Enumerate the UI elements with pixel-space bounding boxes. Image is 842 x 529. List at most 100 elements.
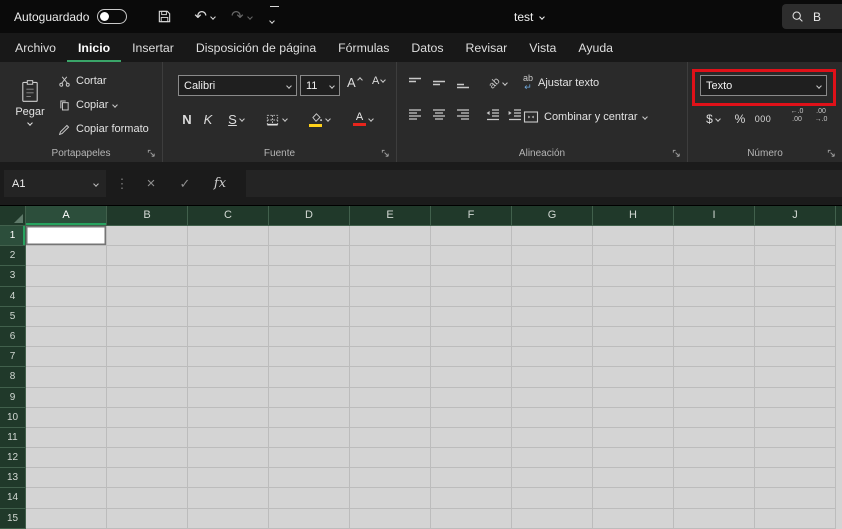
autosave-toggle[interactable] (97, 9, 128, 24)
cell-J3[interactable] (755, 266, 836, 287)
cell-G12[interactable] (512, 448, 593, 469)
cell-E5[interactable] (350, 306, 431, 327)
shrink-font-button[interactable]: A (372, 75, 387, 96)
row-header-4[interactable]: 4 (0, 286, 26, 307)
cell-E6[interactable] (350, 326, 431, 348)
cell-B12[interactable] (107, 448, 188, 469)
cell-H3[interactable] (593, 266, 674, 287)
cell-H14[interactable] (593, 488, 674, 509)
fill-color-button[interactable] (301, 108, 337, 130)
cell-A3[interactable] (26, 266, 107, 287)
number-dialog-launcher[interactable] (827, 149, 836, 158)
cell-F2[interactable] (431, 246, 512, 267)
cell-H15[interactable] (593, 508, 674, 529)
cell-A7[interactable] (26, 347, 107, 368)
cell-E12[interactable] (350, 448, 431, 469)
merge-center-button[interactable]: Combinar y centrar (523, 106, 648, 128)
row-header-8[interactable]: 8 (0, 367, 26, 388)
cell-A8[interactable] (26, 367, 107, 388)
column-header-J[interactable]: J (755, 206, 836, 226)
cell-C8[interactable] (188, 367, 269, 388)
name-box[interactable]: A1 (4, 170, 106, 197)
format-painter-button[interactable]: Copiar formato (58, 120, 149, 138)
tab-ayuda[interactable]: Ayuda (567, 33, 624, 62)
row-header-5[interactable]: 5 (0, 306, 26, 327)
cell-C15[interactable] (188, 508, 269, 529)
cell-J9[interactable] (755, 387, 836, 408)
cell-B7[interactable] (107, 347, 188, 368)
tab-vista[interactable]: Vista (518, 33, 567, 62)
percent-style-button[interactable]: % (732, 108, 748, 130)
cell-I9[interactable] (674, 387, 755, 408)
decrease-indent-button[interactable] (483, 106, 503, 124)
cell-G5[interactable] (512, 306, 593, 327)
font-size-combobox[interactable]: 11 (300, 75, 340, 96)
orientation-button[interactable]: ab (483, 74, 513, 92)
insert-function-button[interactable]: fx (208, 170, 232, 197)
cell-H9[interactable] (593, 387, 674, 408)
cell-H4[interactable] (593, 286, 674, 307)
cell-F12[interactable] (431, 448, 512, 469)
cell-C14[interactable] (188, 488, 269, 509)
cell-F3[interactable] (431, 266, 512, 287)
align-top-button[interactable] (405, 74, 425, 92)
cancel-button[interactable]: × (140, 170, 162, 197)
workbook-title[interactable]: test (514, 0, 546, 33)
cell-B6[interactable] (107, 326, 188, 348)
cell-C13[interactable] (188, 468, 269, 489)
cell-I7[interactable] (674, 347, 755, 368)
cell-A9[interactable] (26, 387, 107, 408)
cell-B11[interactable] (107, 427, 188, 449)
bold-button[interactable]: N (177, 108, 197, 130)
cell-C3[interactable] (188, 266, 269, 287)
cell-B9[interactable] (107, 387, 188, 408)
cell-F4[interactable] (431, 286, 512, 307)
cell-H5[interactable] (593, 306, 674, 327)
increase-indent-button[interactable] (505, 106, 525, 124)
cell-C2[interactable] (188, 246, 269, 267)
row-header-1[interactable]: 1 (0, 226, 26, 247)
cell-I8[interactable] (674, 367, 755, 388)
cell-H12[interactable] (593, 448, 674, 469)
row-header-6[interactable]: 6 (0, 326, 26, 348)
clipboard-dialog-launcher[interactable] (147, 149, 156, 158)
cell-B15[interactable] (107, 508, 188, 529)
decrease-decimal-button[interactable]: .00 →.0 (810, 108, 832, 124)
cell-D9[interactable] (269, 387, 350, 408)
cell-D5[interactable] (269, 306, 350, 327)
column-header-F[interactable]: F (431, 206, 512, 226)
cell-F15[interactable] (431, 508, 512, 529)
row-header-11[interactable]: 11 (0, 427, 26, 449)
cell-I5[interactable] (674, 306, 755, 327)
cell-G4[interactable] (512, 286, 593, 307)
cell-F14[interactable] (431, 488, 512, 509)
cell-G6[interactable] (512, 326, 593, 348)
cell-E8[interactable] (350, 367, 431, 388)
cell-B4[interactable] (107, 286, 188, 307)
alignment-dialog-launcher[interactable] (672, 149, 681, 158)
cell-D15[interactable] (269, 508, 350, 529)
cell-C12[interactable] (188, 448, 269, 469)
undo-button[interactable]: ↶ (194, 9, 216, 24)
cell-J14[interactable] (755, 488, 836, 509)
cell-E2[interactable] (350, 246, 431, 267)
select-all-button[interactable] (0, 206, 26, 226)
paste-button[interactable]: Pegar (7, 68, 53, 136)
cell-E15[interactable] (350, 508, 431, 529)
column-header-B[interactable]: B (107, 206, 188, 226)
cell-D10[interactable] (269, 407, 350, 428)
align-right-button[interactable] (453, 106, 473, 124)
cell-G3[interactable] (512, 266, 593, 287)
cell-A1[interactable] (26, 226, 107, 247)
cell-J4[interactable] (755, 286, 836, 307)
tab-archivo[interactable]: Archivo (4, 33, 67, 62)
row-header-9[interactable]: 9 (0, 387, 26, 408)
column-header-E[interactable]: E (350, 206, 431, 226)
grow-font-button[interactable]: A (347, 75, 363, 96)
redo-button[interactable]: ↷ (231, 9, 253, 24)
row-header-7[interactable]: 7 (0, 347, 26, 368)
cell-F9[interactable] (431, 387, 512, 408)
cell-G10[interactable] (512, 407, 593, 428)
cell-I12[interactable] (674, 448, 755, 469)
cell-C4[interactable] (188, 286, 269, 307)
